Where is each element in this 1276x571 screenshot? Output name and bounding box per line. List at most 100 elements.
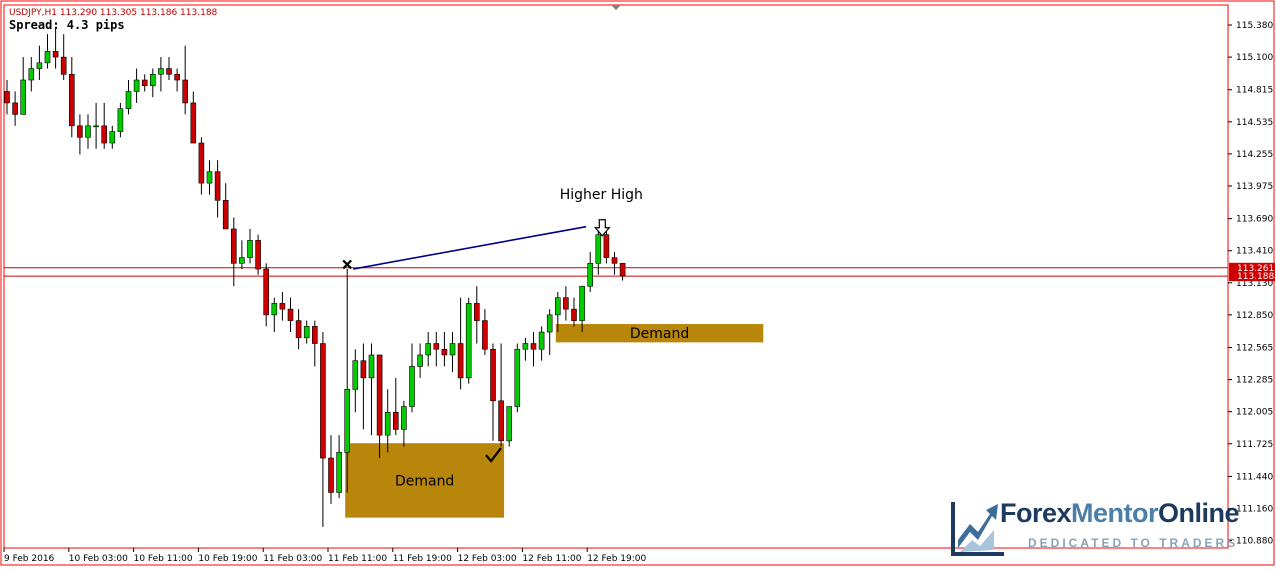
logo-tagline: DEDICATED TO TRADERS — [1028, 536, 1239, 550]
candle-body — [44, 51, 51, 64]
candle-body — [133, 79, 140, 92]
x-tick-label: 11 Feb 19:00 — [393, 554, 452, 564]
logo-mark-icon — [951, 502, 1004, 556]
candle-body — [101, 125, 107, 144]
higher-high-label: Higher High — [560, 187, 643, 203]
candle-body — [360, 360, 367, 379]
candle-body — [36, 62, 43, 69]
spread-label: Spread: 4.3 pips — [9, 18, 125, 32]
candle-body — [368, 354, 375, 379]
candle-body — [69, 73, 75, 127]
chart-root: Demand Demand 115.380 115.100 114.815 114.53… — [0, 0, 1276, 567]
candle-body — [190, 102, 197, 144]
candle-body — [530, 343, 537, 350]
candle-body — [352, 360, 359, 390]
candle-body — [538, 331, 545, 350]
candle-body — [595, 234, 602, 264]
candle-body — [320, 343, 326, 459]
x-tick-label: 9 Feb 2016 — [4, 554, 55, 564]
candle-body — [93, 125, 99, 128]
candle-body — [384, 411, 391, 436]
candle-body — [546, 314, 553, 333]
candle-body — [255, 240, 261, 270]
candle-body — [376, 354, 383, 436]
logo-word-mentor: Mentor — [1071, 498, 1159, 528]
candle-body — [311, 326, 318, 344]
candle-body — [20, 79, 27, 115]
demand-zone-label: Demand — [395, 473, 454, 489]
y-tick-label: 112.285 — [1236, 376, 1273, 386]
candle-body — [125, 91, 132, 109]
candle-body — [587, 263, 594, 287]
y-tick-label: 112.850 — [1236, 311, 1273, 321]
candle-body — [425, 343, 432, 356]
y-tick-label: 112.565 — [1236, 344, 1273, 354]
candle-body — [239, 257, 245, 264]
candle-body — [506, 406, 513, 442]
candle-body — [271, 303, 278, 316]
y-tick-label: 111.725 — [1236, 440, 1273, 450]
candle-body — [303, 326, 310, 339]
candle-body — [441, 348, 448, 356]
logo-word-forex: Forex — [1000, 498, 1072, 528]
candle-body — [328, 457, 334, 493]
x-tick-label: 11 Feb 03:00 — [263, 554, 322, 564]
x-tick-label: 10 Feb 19:00 — [198, 554, 257, 564]
candle-body — [449, 343, 456, 356]
candle — [506, 406, 513, 447]
candlestick-chart[interactable]: Demand Demand 115.380 115.100 114.815 114.53… — [0, 0, 1276, 567]
candle-body — [392, 411, 399, 430]
candle-body — [85, 125, 91, 138]
candle-body — [182, 79, 188, 104]
candle-body — [409, 366, 415, 407]
candle-body — [336, 452, 342, 493]
demand-zone-label: Demand — [630, 326, 689, 342]
candle-body — [611, 257, 618, 264]
candle — [255, 234, 261, 275]
y-tick-label: 113.690 — [1236, 215, 1273, 225]
candle-body — [231, 228, 237, 264]
candle-body — [433, 343, 440, 350]
x-tick-label: 10 Feb 03:00 — [69, 554, 128, 564]
candle-body — [222, 200, 229, 230]
y-tick-label: 115.380 — [1236, 21, 1273, 31]
candle-body — [401, 406, 407, 430]
logo: ForexMentorOnline DEDICATED TO TRADERS — [948, 492, 1276, 562]
candle-body — [166, 68, 172, 75]
y-tick-label: 111.440 — [1236, 472, 1273, 482]
candle-body — [4, 91, 10, 104]
candle-body — [603, 234, 610, 258]
symbol-info: USDJPY,H1 113.290 113.305 113.186 113.18… — [9, 8, 218, 18]
candle-body — [12, 102, 18, 115]
candle-body — [295, 320, 302, 339]
candle-body — [247, 240, 253, 258]
candle-body — [490, 348, 496, 402]
candle-body — [344, 389, 351, 453]
candle-body — [482, 320, 488, 350]
candle-body — [554, 297, 561, 316]
y-tick-label: 114.255 — [1236, 150, 1273, 160]
candle — [465, 297, 472, 384]
y-tick-label: 113.410 — [1236, 247, 1273, 257]
candle-body — [579, 285, 585, 321]
candle-body — [198, 142, 205, 184]
candle-body — [417, 354, 423, 367]
y-tick-label: 115.100 — [1236, 53, 1273, 63]
candle-body — [150, 73, 156, 87]
candle-body — [465, 303, 472, 379]
candle — [514, 343, 521, 413]
candle-body — [473, 303, 480, 321]
candle-body — [77, 125, 83, 138]
candle-body — [563, 297, 569, 310]
x-tick-label: 10 Feb 11:00 — [134, 554, 193, 564]
x-tick-label: 11 Feb 11:00 — [328, 554, 387, 564]
x-tick-label: 12 Feb 19:00 — [587, 554, 646, 564]
candle-body — [279, 303, 286, 310]
y-tick-label: 114.535 — [1236, 118, 1273, 128]
candle-body — [214, 171, 221, 201]
candle-body — [117, 108, 124, 132]
candle-body — [206, 171, 213, 184]
candle-body — [498, 400, 504, 442]
candle-body — [457, 343, 464, 379]
candle-body — [60, 56, 67, 75]
